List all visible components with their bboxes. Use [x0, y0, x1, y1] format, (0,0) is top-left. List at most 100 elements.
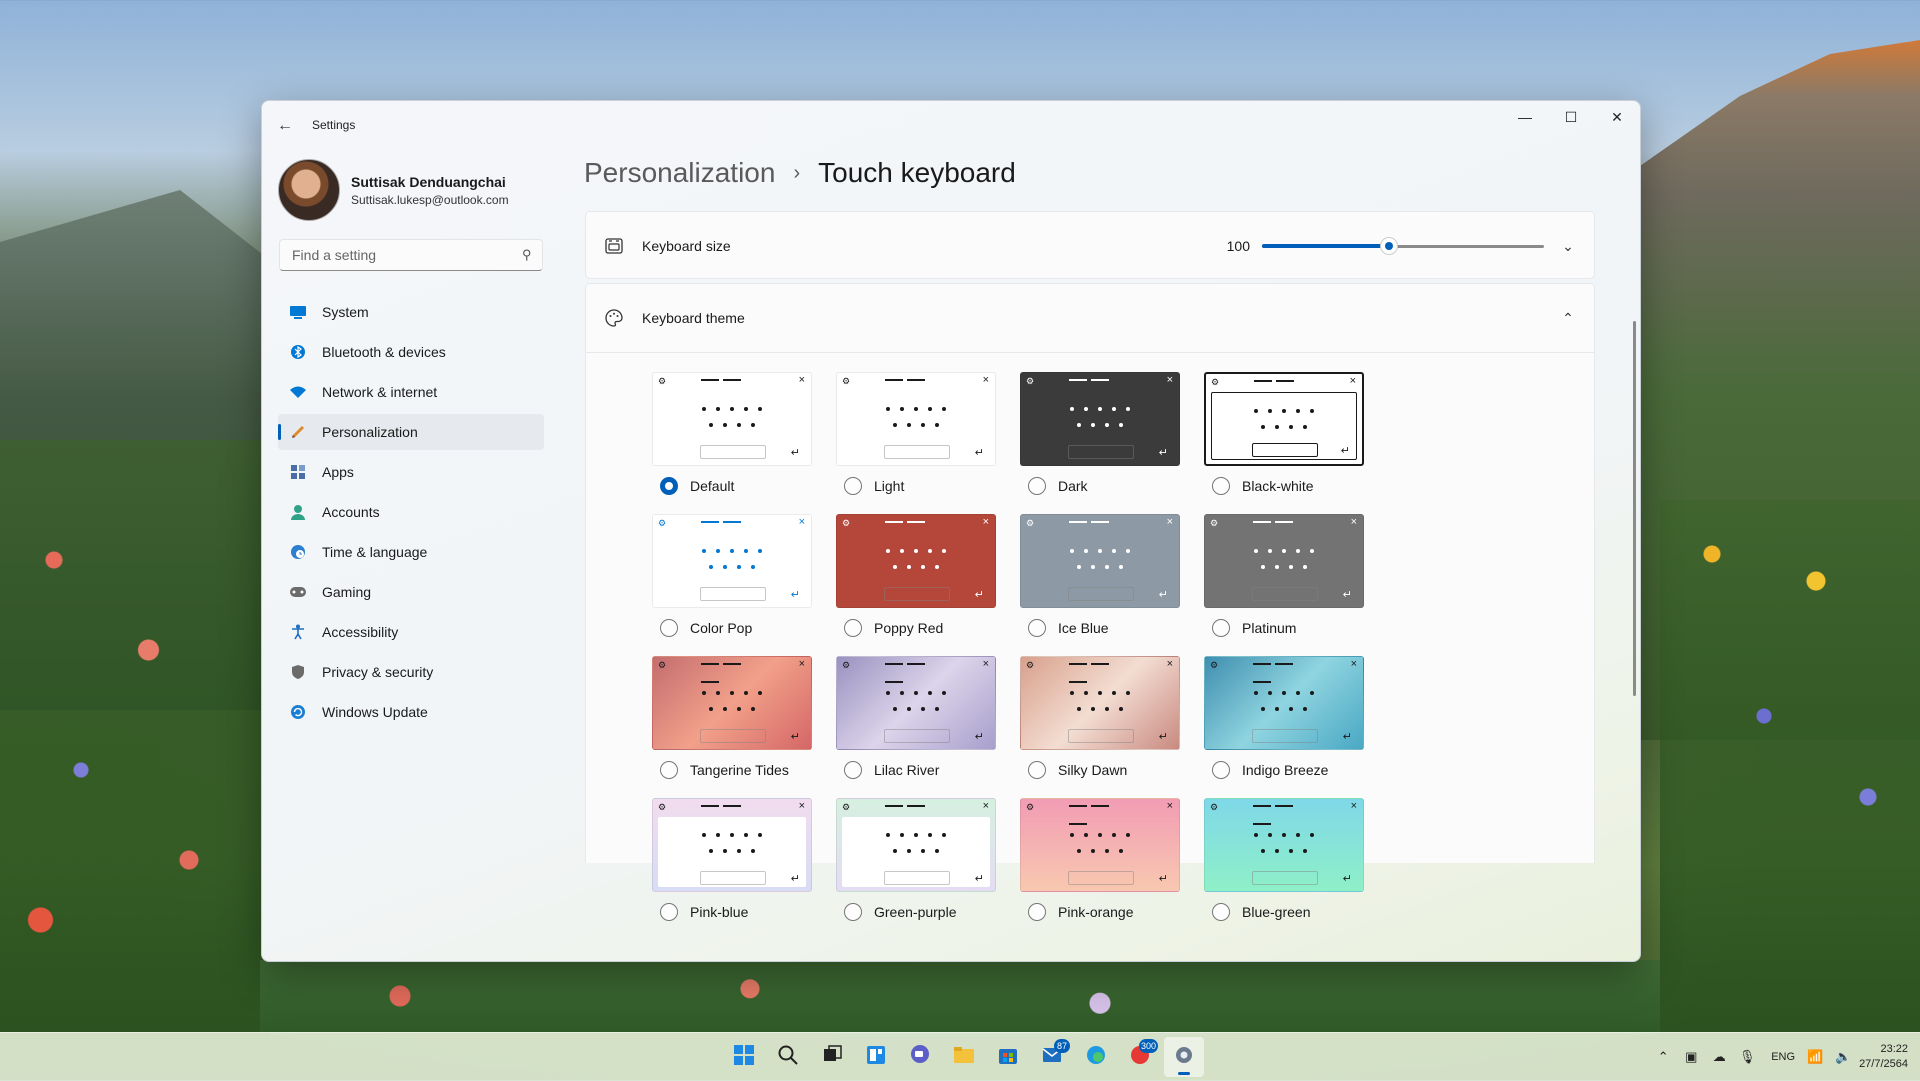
theme-option[interactable]: ⚙ × ↵ Black-white	[1204, 372, 1364, 496]
taskbar-start-button[interactable]	[724, 1037, 764, 1077]
theme-radio[interactable]	[1212, 477, 1230, 495]
taskbar-edge-button[interactable]	[1076, 1037, 1116, 1077]
clock[interactable]: 23:22 27/7/2564	[1859, 1042, 1908, 1072]
theme-radio-row[interactable]: Black-white	[1204, 476, 1364, 496]
theme-option[interactable]: ⚙ × ↵ Pink-orange	[1020, 798, 1180, 922]
theme-radio[interactable]	[1028, 619, 1046, 637]
theme-radio-row[interactable]: Color Pop	[652, 618, 812, 638]
theme-option[interactable]: ⚙ × ↵ Lilac River	[836, 656, 996, 780]
theme-radio-row[interactable]: Ice Blue	[1020, 618, 1180, 638]
chevron-down-icon[interactable]: ⌄	[1558, 238, 1578, 255]
theme-preview[interactable]: ⚙ × ↵	[652, 372, 812, 466]
theme-radio[interactable]	[844, 903, 862, 921]
avatar[interactable]	[278, 159, 340, 221]
theme-preview[interactable]: ⚙ × ↵	[836, 372, 996, 466]
theme-radio-row[interactable]: Tangerine Tides	[652, 760, 812, 780]
taskbar-widgets-button[interactable]	[856, 1037, 896, 1077]
sidebar-item-personalization[interactable]: Personalization	[278, 414, 544, 450]
theme-radio[interactable]	[660, 619, 678, 637]
onedrive-icon[interactable]: ☁	[1707, 1049, 1731, 1065]
theme-radio-row[interactable]: Light	[836, 476, 996, 496]
theme-option[interactable]: ⚙ × ↵ Dark	[1020, 372, 1180, 496]
theme-radio[interactable]	[844, 477, 862, 495]
chevron-up-icon[interactable]: ⌃	[1651, 1049, 1675, 1065]
sidebar-item-accessibility[interactable]: Accessibility	[278, 614, 544, 650]
minimize-button[interactable]: —	[1502, 101, 1548, 133]
theme-radio-row[interactable]: Indigo Breeze	[1204, 760, 1364, 780]
theme-preview[interactable]: ⚙ × ↵	[836, 656, 996, 750]
theme-radio-row[interactable]: Dark	[1020, 476, 1180, 496]
theme-radio-row[interactable]: Green-purple	[836, 902, 996, 922]
chevron-up-icon[interactable]: ⌃	[1558, 310, 1578, 327]
theme-preview[interactable]: ⚙ × ↵	[836, 514, 996, 608]
taskbar-file-explorer-button[interactable]	[944, 1037, 984, 1077]
theme-radio[interactable]	[844, 761, 862, 779]
sidebar-item-accounts[interactable]: Accounts	[278, 494, 544, 530]
sidebar-item-system[interactable]: System	[278, 294, 544, 330]
sidebar-item-privacy-security[interactable]: Privacy & security	[278, 654, 544, 690]
microphone-icon[interactable]: 🎙	[1735, 1049, 1759, 1065]
sidebar-item-gaming[interactable]: Gaming	[278, 574, 544, 610]
theme-preview[interactable]: ⚙ × ↵	[652, 514, 812, 608]
theme-option[interactable]: ⚙ × ↵ Default	[652, 372, 812, 496]
theme-radio[interactable]	[1212, 903, 1230, 921]
taskbar-settings-button[interactable]	[1164, 1037, 1204, 1077]
theme-preview[interactable]: ⚙ × ↵	[836, 798, 996, 892]
taskbar-app-300-button[interactable]: 300	[1120, 1037, 1160, 1077]
theme-option[interactable]: ⚙ × ↵ Color Pop	[652, 514, 812, 638]
theme-preview[interactable]: ⚙ × ↵	[1020, 514, 1180, 608]
theme-radio-row[interactable]: Lilac River	[836, 760, 996, 780]
theme-option[interactable]: ⚙ × ↵ Poppy Red	[836, 514, 996, 638]
taskbar-task-view-button[interactable]	[812, 1037, 852, 1077]
keyboard-size-slider[interactable]	[1262, 236, 1544, 256]
taskbar-chat-button[interactable]	[900, 1037, 940, 1077]
theme-radio[interactable]	[1212, 619, 1230, 637]
sidebar-item-windows-update[interactable]: Windows Update	[278, 694, 544, 730]
theme-option[interactable]: ⚙ × ↵ Silky Dawn	[1020, 656, 1180, 780]
scrollbar[interactable]	[1633, 321, 1636, 696]
volume-icon[interactable]: 🔈	[1831, 1049, 1855, 1065]
theme-option[interactable]: ⚙ × ↵ Green-purple	[836, 798, 996, 922]
maximize-button[interactable]: ☐	[1548, 101, 1594, 133]
theme-radio[interactable]	[660, 477, 678, 495]
theme-preview[interactable]: ⚙ × ↵	[1204, 514, 1364, 608]
theme-radio-row[interactable]: Poppy Red	[836, 618, 996, 638]
theme-option[interactable]: ⚙ × ↵ Ice Blue	[1020, 514, 1180, 638]
taskbar-store-button[interactable]	[988, 1037, 1028, 1077]
back-button[interactable]: ←	[274, 115, 296, 137]
theme-radio-row[interactable]: Pink-orange	[1020, 902, 1180, 922]
search-input[interactable]	[290, 246, 523, 264]
theme-option[interactable]: ⚙ × ↵ Indigo Breeze	[1204, 656, 1364, 780]
theme-radio[interactable]	[1028, 761, 1046, 779]
sidebar-item-bluetooth-devices[interactable]: Bluetooth & devices	[278, 334, 544, 370]
theme-radio-row[interactable]: Platinum	[1204, 618, 1364, 638]
wifi-icon[interactable]: 📶	[1803, 1049, 1827, 1065]
theme-preview[interactable]: ⚙ × ↵	[652, 798, 812, 892]
theme-preview[interactable]: ⚙ × ↵	[652, 656, 812, 750]
app-tray-icon[interactable]: ▣	[1679, 1049, 1703, 1065]
theme-radio[interactable]	[660, 761, 678, 779]
theme-option[interactable]: ⚙ × ↵ Tangerine Tides	[652, 656, 812, 780]
theme-radio[interactable]	[660, 903, 678, 921]
title-bar[interactable]: ← Settings — ☐ ✕	[262, 101, 1640, 149]
theme-preview[interactable]: ⚙ × ↵	[1204, 656, 1364, 750]
theme-option[interactable]: ⚙ × ↵ Blue-green	[1204, 798, 1364, 922]
theme-radio-row[interactable]: Pink-blue	[652, 902, 812, 922]
theme-preview[interactable]: ⚙ × ↵	[1204, 372, 1364, 466]
search-icon[interactable]: ⚲	[522, 247, 532, 263]
theme-preview[interactable]: ⚙ × ↵	[1020, 656, 1180, 750]
theme-radio-row[interactable]: Default	[652, 476, 812, 496]
theme-radio[interactable]	[1028, 477, 1046, 495]
theme-radio[interactable]	[1028, 903, 1046, 921]
theme-preview[interactable]: ⚙ × ↵	[1020, 372, 1180, 466]
theme-preview[interactable]: ⚙ × ↵	[1020, 798, 1180, 892]
theme-radio-row[interactable]: Silky Dawn	[1020, 760, 1180, 780]
theme-option[interactable]: ⚙ × ↵ Platinum	[1204, 514, 1364, 638]
sidebar-item-network-internet[interactable]: Network & internet	[278, 374, 544, 410]
user-profile[interactable]: Suttisak Denduangchai Suttisak.lukesp@ou…	[278, 159, 509, 221]
taskbar-mail-button[interactable]: 87	[1032, 1037, 1072, 1077]
keyboard-size-row[interactable]: Keyboard size 100 ⌄	[586, 212, 1594, 280]
theme-radio-row[interactable]: Blue-green	[1204, 902, 1364, 922]
keyboard-theme-header[interactable]: Keyboard theme ⌃	[586, 284, 1594, 353]
theme-radio[interactable]	[1212, 761, 1230, 779]
